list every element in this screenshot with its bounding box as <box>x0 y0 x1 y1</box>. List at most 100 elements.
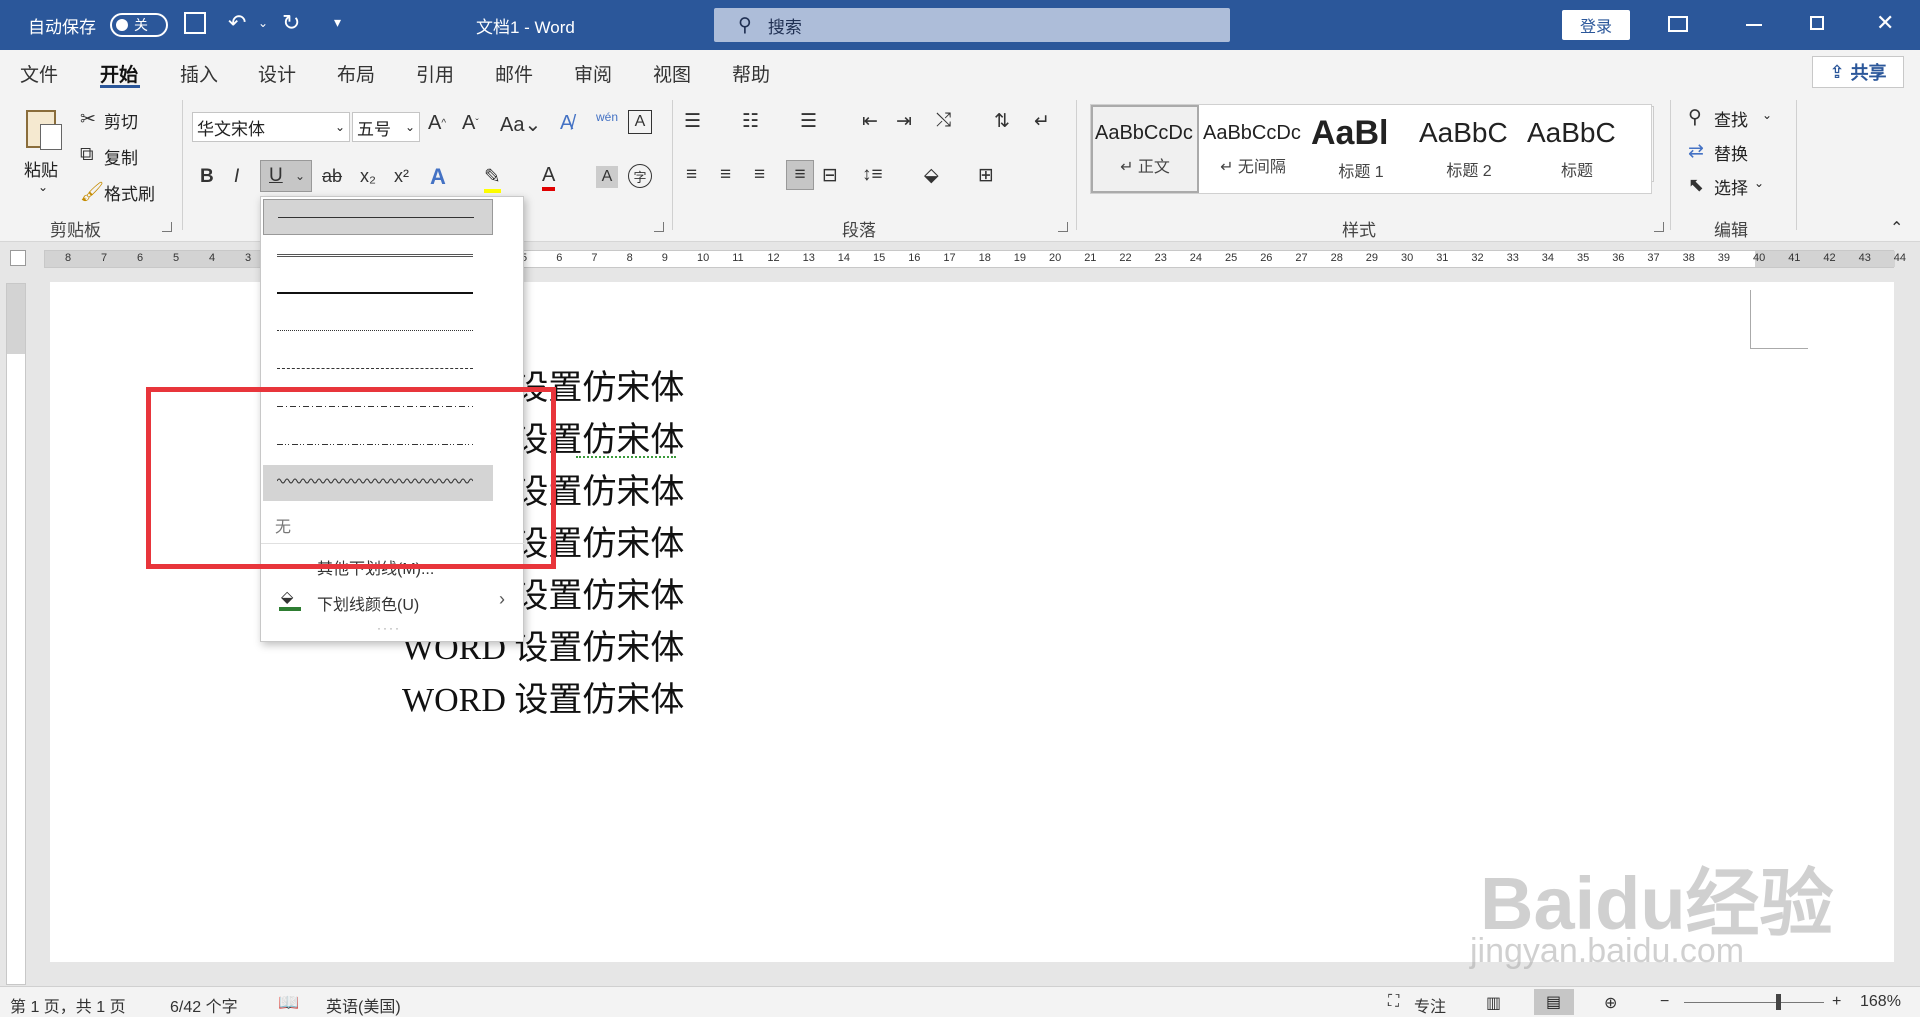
find-button[interactable]: 查找 <box>1714 106 1748 131</box>
read-mode-icon[interactable]: ▥ <box>1486 993 1501 1013</box>
phonetic-guide-icon[interactable]: wén <box>596 110 618 124</box>
grow-font-icon[interactable]: A ^ <box>428 112 446 135</box>
zoom-in-icon[interactable]: + <box>1832 993 1841 1011</box>
search-input[interactable]: ⚲ 搜索 <box>714 8 1230 42</box>
style-heading-1[interactable]: AaBl 标题 1 <box>1307 105 1415 193</box>
italic-icon[interactable]: I <box>234 166 239 188</box>
zoom-out-icon[interactable]: − <box>1660 993 1669 1011</box>
styles-launcher-icon[interactable] <box>1654 222 1664 232</box>
clear-formatting-icon[interactable]: A̸ <box>560 112 573 135</box>
align-left-icon[interactable]: ≡ <box>686 164 697 186</box>
replace-button[interactable]: 替换 <box>1714 140 1748 165</box>
tab-file[interactable]: 文件 <box>20 60 58 87</box>
justify-icon[interactable]: ≡ <box>786 160 814 190</box>
multilevel-list-icon[interactable]: ☰ <box>800 110 817 133</box>
copy-button[interactable]: 复制 <box>104 144 138 169</box>
tab-mailings[interactable]: 邮件 <box>495 60 533 87</box>
sort-icon[interactable]: ⇅ <box>994 110 1010 133</box>
font-launcher-icon[interactable] <box>654 222 664 232</box>
underline-single[interactable] <box>263 199 493 235</box>
collapse-ribbon-icon[interactable]: ⌃ <box>1890 218 1903 238</box>
tab-insert[interactable]: 插入 <box>180 60 218 87</box>
close-icon[interactable]: ✕ <box>1876 10 1894 36</box>
zoom-slider-thumb[interactable] <box>1776 994 1781 1010</box>
tab-selector-icon[interactable] <box>10 250 26 266</box>
subscript-icon[interactable]: x₂ <box>360 166 376 187</box>
tab-layout[interactable]: 布局 <box>337 60 375 87</box>
autosave-toggle[interactable]: 关 <box>110 13 168 37</box>
distributed-icon[interactable]: ⊟ <box>822 164 838 187</box>
style-title[interactable]: AaBbC 标题 <box>1523 105 1631 193</box>
decrease-indent-icon[interactable]: ⇤ <box>862 110 878 133</box>
save-icon[interactable] <box>184 12 206 34</box>
highlight-icon[interactable]: ✎ <box>484 164 501 193</box>
ribbon-display-icon[interactable] <box>1668 16 1688 32</box>
show-marks-icon[interactable]: ↵ <box>1034 110 1050 133</box>
align-right-icon[interactable]: ≡ <box>754 164 765 186</box>
paste-dropdown-icon[interactable]: ⌄ <box>38 180 48 194</box>
chevron-down-icon[interactable]: ⌄ <box>1754 176 1764 190</box>
superscript-icon[interactable]: x² <box>394 166 409 187</box>
text-effects-icon[interactable]: A <box>430 164 446 190</box>
character-border-icon[interactable]: A <box>628 110 652 134</box>
minimize-icon[interactable] <box>1746 24 1762 26</box>
format-painter-button[interactable]: 格式刷 <box>104 180 155 205</box>
style-normal[interactable]: AaBbCcDc ↵ 正文 <box>1091 105 1199 193</box>
chevron-right-icon[interactable]: › <box>499 589 505 610</box>
font-name-select[interactable]: 华文宋体 ⌄ <box>192 112 350 142</box>
paste-icon[interactable] <box>22 106 66 154</box>
font-color-icon[interactable]: A <box>542 164 556 191</box>
language[interactable]: 英语(美国) <box>326 993 401 1017</box>
increase-indent-icon[interactable]: ⇥ <box>896 110 912 133</box>
paste-label[interactable]: 粘贴 <box>24 156 58 181</box>
underline-thick[interactable] <box>263 275 493 311</box>
borders-icon[interactable]: ⊞ <box>978 164 994 187</box>
clipboard-launcher-icon[interactable] <box>162 222 172 232</box>
undo-dropdown-icon[interactable]: ⌄ <box>258 16 268 30</box>
strikethrough-icon[interactable]: ab <box>322 166 342 187</box>
numbering-icon[interactable]: ☷ <box>742 110 759 133</box>
tab-help[interactable]: 帮助 <box>732 60 770 87</box>
enclose-characters-icon[interactable]: 字 <box>628 164 652 188</box>
proofing-icon[interactable]: 📖 <box>278 993 299 1013</box>
bullets-icon[interactable]: ☰ <box>684 110 701 133</box>
tab-view[interactable]: 视图 <box>653 60 691 87</box>
zoom-level[interactable]: 168% <box>1860 993 1901 1011</box>
underline-dotted[interactable] <box>263 313 493 349</box>
style-heading-2[interactable]: AaBbC 标题 2 <box>1415 105 1523 193</box>
underline-color-item[interactable]: 下划线颜色(U) <box>317 591 419 615</box>
style-no-spacing[interactable]: AaBbCcDc ↵ 无间隔 <box>1199 105 1307 193</box>
underline-dashed[interactable] <box>263 351 493 387</box>
change-case-icon[interactable]: Aa⌄ <box>500 112 541 137</box>
page-count[interactable]: 第 1 页，共 1 页 <box>10 993 126 1017</box>
login-button[interactable]: 登录 <box>1562 10 1630 40</box>
vertical-ruler[interactable] <box>6 283 26 985</box>
share-button[interactable]: ⇪ 共享 <box>1812 56 1904 88</box>
undo-icon[interactable]: ↶ <box>228 10 246 36</box>
web-layout-icon[interactable]: ⊕ <box>1604 993 1617 1013</box>
line-spacing-icon[interactable]: ↕≡ <box>862 164 883 186</box>
align-center-icon[interactable]: ≡ <box>720 164 731 186</box>
character-shading-icon[interactable]: A <box>596 166 618 188</box>
word-count[interactable]: 6/42 个字 <box>170 993 238 1017</box>
cut-button[interactable]: 剪切 <box>104 108 138 133</box>
restore-icon[interactable] <box>1810 16 1824 30</box>
chevron-down-icon[interactable]: ⌄ <box>295 169 305 183</box>
print-layout-icon[interactable]: ▤ <box>1534 989 1574 1015</box>
shrink-font-icon[interactable]: Aˇ <box>462 112 479 135</box>
select-button[interactable]: 选择 <box>1714 174 1748 199</box>
font-size-select[interactable]: 五号 ⌄ <box>352 112 420 142</box>
chevron-down-icon[interactable]: ⌄ <box>1762 108 1772 122</box>
redo-icon[interactable]: ↻ <box>282 10 300 36</box>
resize-grip-icon[interactable]: ···· <box>377 621 401 635</box>
customize-toolbar-icon[interactable]: ▾ <box>334 14 341 31</box>
tab-references[interactable]: 引用 <box>416 60 454 87</box>
tab-review[interactable]: 审阅 <box>574 60 612 87</box>
zoom-slider[interactable] <box>1684 994 1824 1010</box>
underline-double[interactable] <box>263 237 493 273</box>
tab-home[interactable]: 开始 <box>100 60 138 87</box>
paragraph-launcher-icon[interactable] <box>1058 222 1068 232</box>
shading-icon[interactable]: ⬙ <box>924 164 939 187</box>
tab-design[interactable]: 设计 <box>258 60 296 87</box>
bold-icon[interactable]: B <box>200 166 214 188</box>
